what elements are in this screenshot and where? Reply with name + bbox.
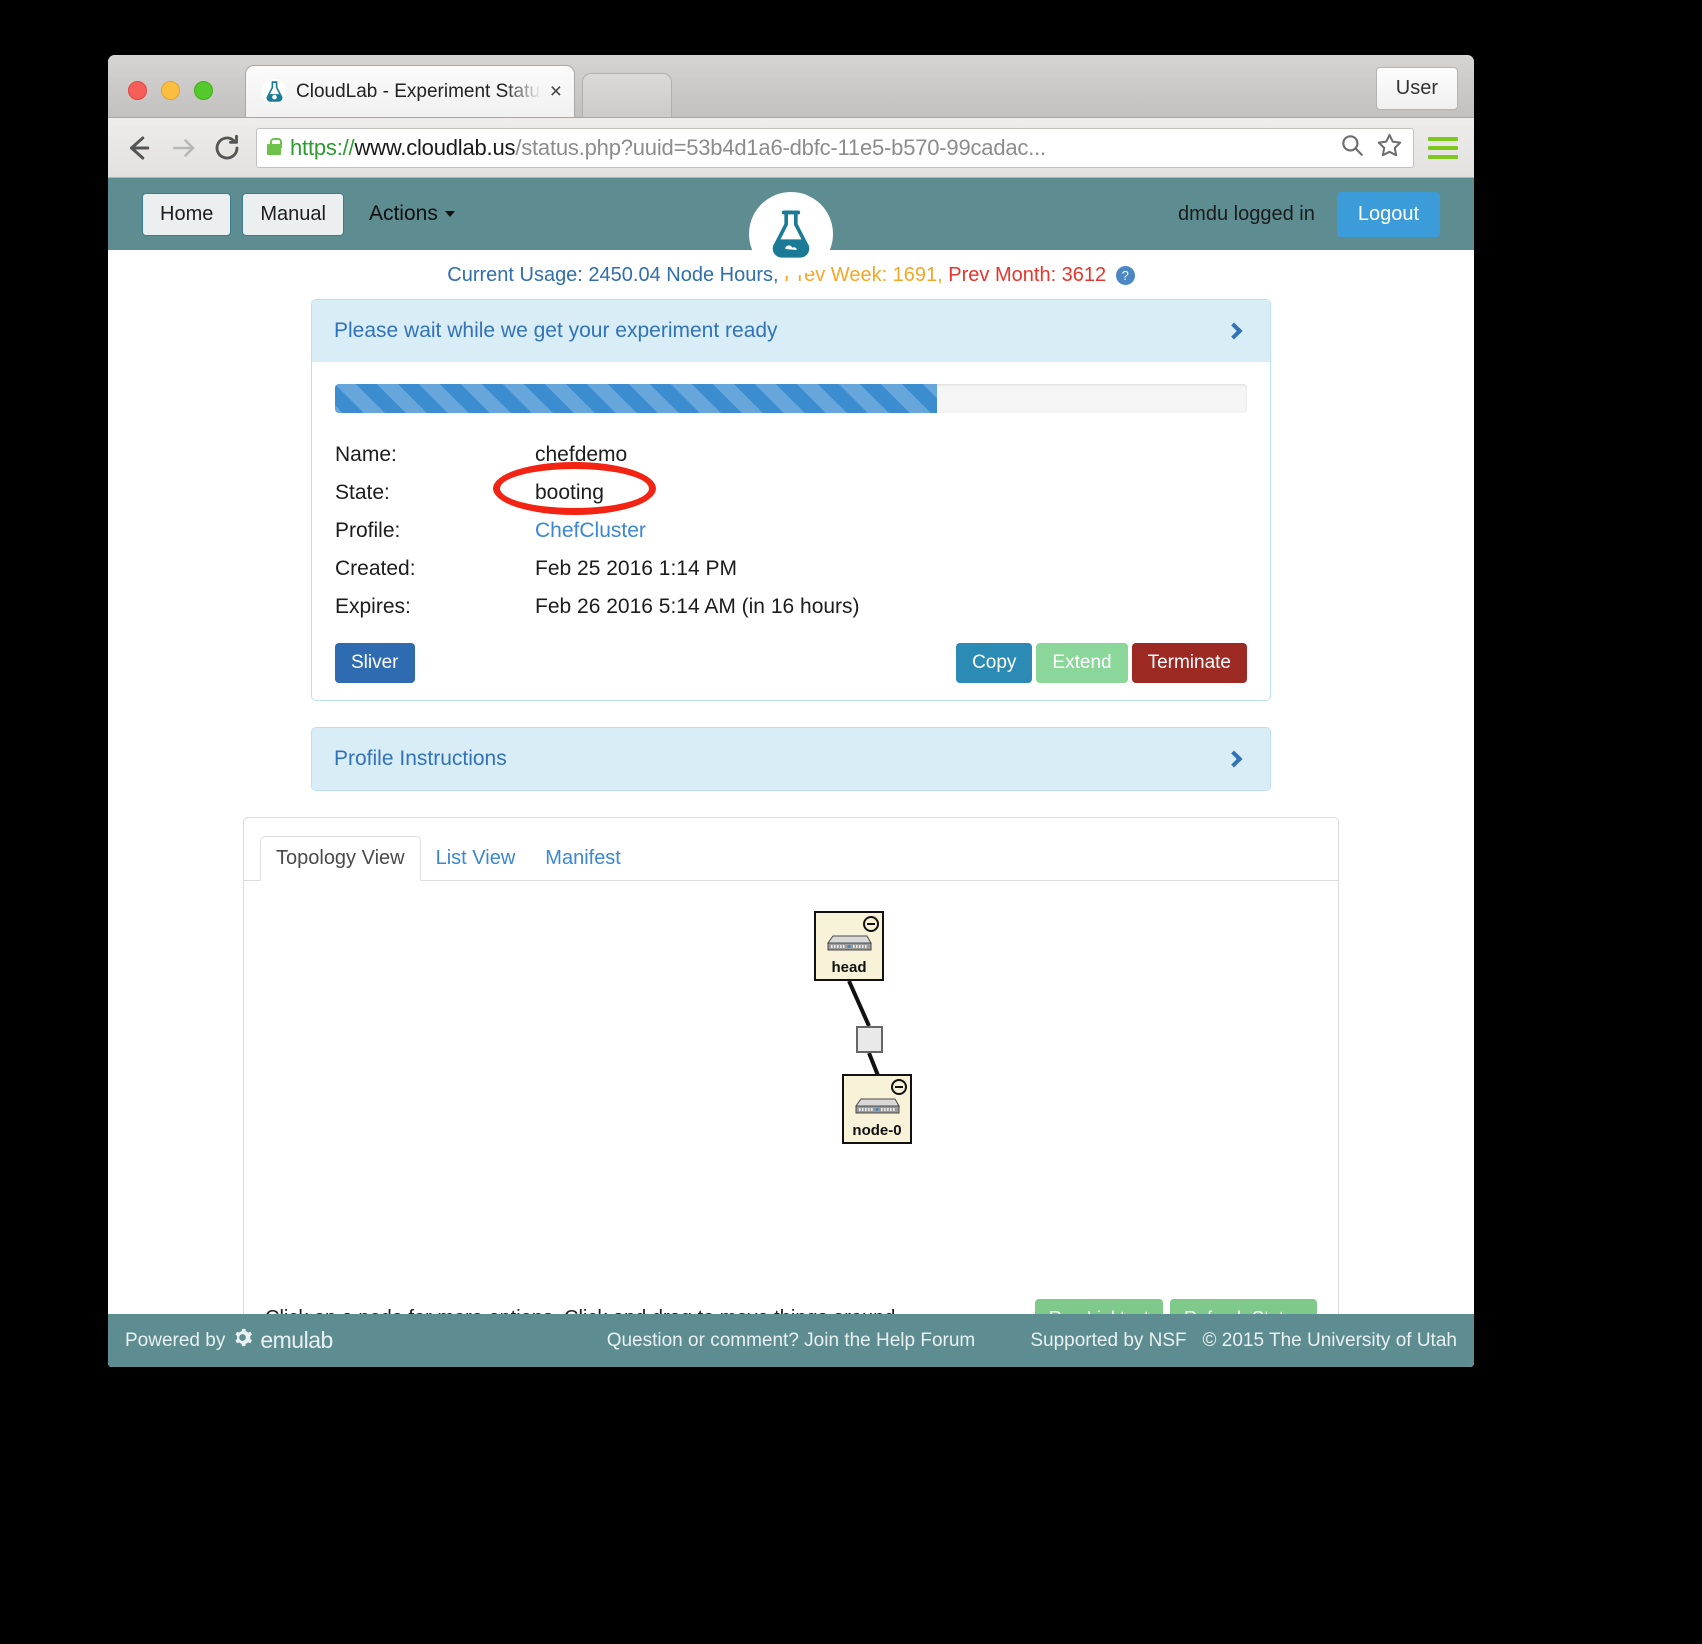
close-tab-icon[interactable]: ×	[550, 80, 562, 104]
chevron-down-icon	[444, 211, 455, 217]
lan-switch[interactable]	[856, 1026, 883, 1053]
profile-instructions-panel: Profile Instructions	[311, 727, 1271, 791]
star-icon[interactable]	[1376, 132, 1403, 164]
node-label: node-0	[852, 1122, 902, 1139]
browser-window: CloudLab - Experiment Status × User http…	[108, 55, 1474, 1367]
usage-current: Current Usage: 2450.04 Node Hours,	[447, 264, 779, 286]
server-icon	[827, 935, 872, 951]
emulab-gear-icon	[232, 1327, 253, 1354]
url-host: www.cloudlab.us	[354, 134, 516, 160]
profile-link[interactable]: ChefCluster	[535, 519, 646, 542]
powered-by-label: Powered by	[125, 1329, 226, 1351]
minus-circle-icon[interactable]	[863, 916, 879, 932]
close-window-button[interactable]	[128, 81, 147, 100]
topology-canvas[interactable]: head node-0	[244, 881, 1338, 1281]
minus-circle-icon[interactable]	[891, 1079, 907, 1095]
url-path: /status.php?uuid=53b4d1a6-dbfc-11e5-b570…	[515, 134, 1046, 160]
row-label-name: Name:	[335, 443, 397, 466]
table-row: Expires: Feb 26 2016 5:14 AM (in 16 hour…	[335, 588, 860, 626]
server-icon	[855, 1098, 900, 1114]
magnifier-icon[interactable]	[1339, 132, 1365, 163]
help-forum-link[interactable]: Question or comment? Join the Help Forum	[562, 1330, 1020, 1352]
row-value-expires: Feb 26 2016 5:14 AM (in 16 hours)	[535, 595, 860, 618]
usage-prev-month: Prev Month: 3612	[948, 264, 1107, 286]
page-content: Home Manual Actions dmdu logged in Logou…	[108, 178, 1474, 1367]
experiment-details-table: Name: chefdemo State: booting Profile: C…	[335, 436, 860, 626]
manual-button[interactable]: Manual	[242, 192, 344, 236]
site-navbar: Home Manual Actions dmdu logged in Logou…	[108, 178, 1474, 276]
flask-icon	[262, 79, 287, 104]
row-value-state-cell: booting	[493, 462, 860, 515]
table-row: Name: chefdemo	[335, 436, 860, 474]
browser-toolbar: https://www.cloudlab.us/status.php?uuid=…	[108, 118, 1474, 178]
topology-node-head[interactable]: head	[814, 911, 884, 981]
row-label-expires: Expires:	[335, 595, 411, 618]
new-tab-button[interactable]	[582, 73, 672, 117]
user-profile-button[interactable]: User	[1375, 67, 1458, 110]
tab-manifest[interactable]: Manifest	[530, 837, 636, 880]
instructions-panel-title: Profile Instructions	[334, 747, 507, 770]
tab-list-view[interactable]: List View	[421, 837, 531, 880]
actions-label: Actions	[368, 202, 438, 225]
actions-dropdown[interactable]: Actions	[369, 202, 455, 226]
url-scheme: https://	[290, 134, 355, 160]
copyright-label: © 2015 The University of Utah	[1202, 1329, 1457, 1351]
table-row: State: booting	[335, 462, 860, 515]
terminate-button[interactable]: Terminate	[1131, 643, 1247, 683]
nsf-support-label: Supported by NSF	[1030, 1329, 1187, 1351]
forward-arrow-icon[interactable]	[168, 133, 198, 163]
progress-bar-track	[335, 384, 1247, 413]
minimize-window-button[interactable]	[161, 81, 180, 100]
copy-button[interactable]: Copy	[956, 643, 1033, 683]
reload-icon[interactable]	[212, 133, 242, 163]
status-panel-body: Name: chefdemo State: booting Profile: C…	[312, 362, 1270, 700]
browser-tab-title: CloudLab - Experiment Status	[296, 80, 544, 102]
table-row: Profile: ChefCluster	[335, 512, 860, 550]
maximize-window-button[interactable]	[194, 81, 213, 100]
status-badge: booting	[535, 481, 604, 504]
row-label-created: Created:	[335, 557, 416, 580]
sliver-button[interactable]: Sliver	[335, 643, 415, 683]
login-info: dmdu logged in	[1178, 202, 1315, 225]
row-value-created: Feb 25 2016 1:14 PM	[535, 557, 737, 580]
status-panel-header[interactable]: Please wait while we get your experiment…	[312, 300, 1270, 362]
row-label-profile: Profile:	[335, 519, 401, 542]
back-arrow-icon[interactable]	[124, 133, 154, 163]
node-label: head	[831, 959, 867, 976]
logout-button[interactable]: Logout	[1336, 191, 1440, 237]
hamburger-menu-icon[interactable]	[1428, 132, 1458, 164]
browser-tab[interactable]: CloudLab - Experiment Status ×	[245, 65, 575, 117]
topology-links	[847, 980, 891, 1104]
row-value-name: chefdemo	[535, 443, 628, 466]
chevron-right-icon[interactable]	[1225, 322, 1243, 340]
topology-card: Topology View List View Manifest head no…	[243, 817, 1339, 1361]
progress-bar-fill	[335, 384, 937, 413]
emulab-wordmark: emulab	[260, 1327, 333, 1353]
url-text: https://www.cloudlab.us/status.php?uuid=…	[290, 135, 1046, 161]
page-footer: Powered by emulab Question or comment? J…	[108, 1314, 1474, 1367]
experiment-status-panel: Please wait while we get your experiment…	[311, 299, 1271, 701]
topology-node-node-0[interactable]: node-0	[842, 1074, 912, 1144]
address-bar[interactable]: https://www.cloudlab.us/status.php?uuid=…	[256, 127, 1414, 168]
lock-icon	[267, 137, 282, 155]
chevron-right-icon[interactable]	[1225, 750, 1243, 768]
experiment-action-buttons: Sliver Copy Extend Terminate	[335, 643, 1247, 683]
cloudlab-logo[interactable]	[749, 192, 833, 276]
instructions-panel-header[interactable]: Profile Instructions	[312, 728, 1270, 790]
home-button[interactable]: Home	[142, 192, 232, 236]
status-panel-title: Please wait while we get your experiment…	[334, 319, 778, 342]
extend-button[interactable]: Extend	[1036, 643, 1128, 683]
tab-topology-view[interactable]: Topology View	[260, 836, 421, 881]
help-icon[interactable]: ?	[1115, 266, 1135, 285]
topology-tabs: Topology View List View Manifest	[244, 818, 1338, 881]
table-row: Created: Feb 25 2016 1:14 PM	[335, 550, 860, 588]
browser-tab-strip: CloudLab - Experiment Status × User	[108, 55, 1474, 118]
row-label-state: State:	[335, 481, 390, 504]
